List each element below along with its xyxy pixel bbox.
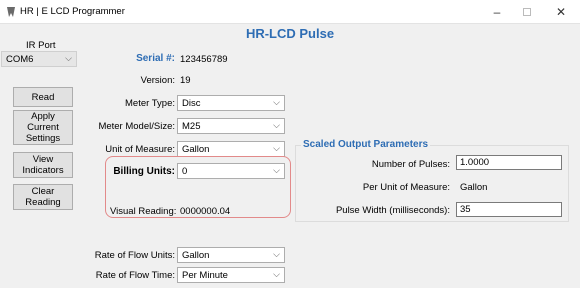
billing-units-label: Billing Units: — [113, 166, 175, 177]
ir-port-label: IR Port — [26, 40, 56, 51]
view-label-line1: View — [32, 154, 54, 165]
maximize-icon — [523, 8, 531, 16]
per-unit-value: Gallon — [460, 182, 488, 193]
window-title: HR | E LCD Programmer — [20, 6, 125, 17]
chevron-down-icon: ⌵ — [273, 120, 280, 130]
clear-label-line2: Reading — [25, 197, 61, 208]
meter-model-value: M25 — [182, 121, 201, 132]
pulse-width-input[interactable]: 35 — [456, 202, 562, 217]
unit-of-measure-value: Gallon — [182, 144, 210, 155]
per-unit-label: Per Unit of Measure: — [362, 182, 450, 193]
apply-label-line3: Settings — [25, 133, 61, 144]
page-title: HR-LCD Pulse — [245, 26, 335, 41]
maximize-button[interactable] — [512, 0, 542, 24]
apply-label-line1: Apply — [31, 111, 55, 122]
unit-of-measure-select[interactable]: Gallon ⌵ — [177, 141, 285, 157]
chevron-down-icon: ⌵ — [273, 249, 280, 259]
billing-units-select[interactable]: 0 ⌵ — [177, 163, 285, 179]
ir-port-value: COM6 — [6, 54, 34, 65]
version-value: 19 — [180, 75, 191, 86]
title-bar: HR | E LCD Programmer – ✕ — [0, 0, 580, 24]
flow-time-select[interactable]: Per Minute ⌵ — [177, 267, 285, 283]
pulses-input[interactable]: 1.0000 — [456, 155, 562, 170]
chevron-down-icon: ⌵ — [273, 165, 280, 175]
pulses-label: Number of Pulses: — [371, 159, 450, 170]
chevron-down-icon: ⌵ — [273, 269, 280, 279]
flow-units-select[interactable]: Gallon ⌵ — [177, 247, 285, 263]
version-label: Version: — [140, 75, 175, 86]
flow-units-value: Gallon — [182, 250, 210, 261]
visual-reading-value: 0000000.04 — [180, 206, 231, 217]
meter-model-select[interactable]: M25 ⌵ — [177, 118, 285, 134]
clear-reading-button[interactable]: Clear Reading — [13, 184, 73, 210]
scaled-output-title: Scaled Output Parameters — [301, 139, 431, 150]
billing-units-value: 0 — [182, 166, 188, 177]
unit-of-measure-label: Unit of Measure: — [105, 144, 175, 155]
meter-model-label: Meter Model/Size: — [98, 121, 175, 132]
chevron-down-icon: ⌵ — [273, 97, 280, 107]
chevron-down-icon: ⌵ — [273, 143, 280, 153]
meter-type-label: Meter Type: — [125, 98, 175, 109]
clear-label-line1: Clear — [31, 186, 55, 197]
visual-reading-label: Visual Reading: — [110, 206, 177, 217]
flow-units-label: Rate of Flow Units: — [94, 250, 175, 261]
serial-label: Serial #: — [136, 53, 175, 64]
flow-time-value: Per Minute — [182, 270, 228, 281]
meter-type-value: Disc — [182, 98, 201, 109]
pulse-width-label: Pulse Width (milliseconds): — [335, 205, 450, 216]
flow-time-label: Rate of Flow Time: — [95, 270, 175, 281]
close-button[interactable]: ✕ — [546, 0, 576, 24]
minimize-button[interactable]: – — [482, 0, 512, 24]
app-icon — [7, 7, 15, 17]
serial-value: 123456789 — [180, 54, 228, 65]
meter-type-select[interactable]: Disc ⌵ — [177, 95, 285, 111]
